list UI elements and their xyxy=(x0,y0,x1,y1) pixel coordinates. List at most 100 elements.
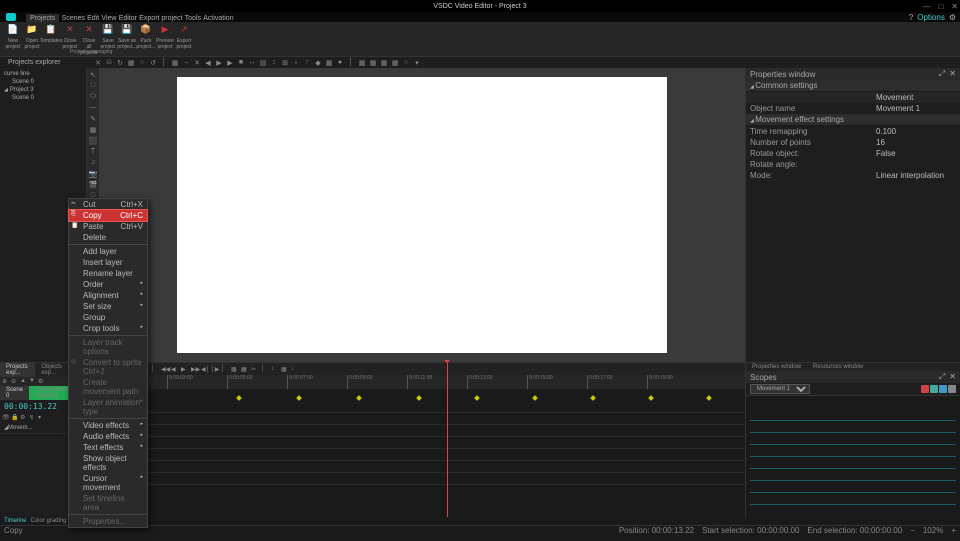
scene-tab[interactable]: Scene 0 xyxy=(0,386,29,400)
playback-btn-16[interactable]: ✂ xyxy=(251,366,258,373)
keyframe[interactable] xyxy=(474,395,480,401)
ctx-cut[interactable]: ✂CutCtrl+X xyxy=(69,199,147,210)
toolbar-icon-28[interactable]: ○ xyxy=(402,59,410,67)
toolbar-icon-16[interactable]: ↕ xyxy=(270,59,278,67)
toolbar-icon-21[interactable]: ▦ xyxy=(325,59,333,67)
tl-down-icon[interactable]: ▼ xyxy=(29,378,36,385)
property-row[interactable]: Mode:Linear interpolation xyxy=(746,170,960,181)
tl-left-tab[interactable]: Objects exp... xyxy=(35,363,70,377)
options-link[interactable]: Options xyxy=(917,13,945,22)
toolbar-icon-5[interactable]: ↺ xyxy=(149,59,157,67)
playback-btn-7[interactable]: ◀◀ xyxy=(161,366,168,373)
tl-add-icon[interactable]: ⊕ xyxy=(2,378,9,385)
keyframe[interactable] xyxy=(356,395,362,401)
tl-left-tab[interactable]: Projects exp... xyxy=(0,363,35,377)
toolbar-icon-23[interactable]: │ xyxy=(347,59,355,67)
menu-edit[interactable]: Edit xyxy=(87,15,99,22)
property-row[interactable]: Rotate angle: xyxy=(746,159,960,170)
templates-button[interactable]: 📋Templates xyxy=(42,23,60,56)
property-row[interactable]: Object nameMovement 1 xyxy=(746,103,960,114)
ctx-crop-tools[interactable]: Crop tools▸ xyxy=(69,323,147,334)
toolbar-icon-6[interactable]: │ xyxy=(160,59,168,67)
menu-activation[interactable]: Activation xyxy=(203,15,233,22)
toolbar-icon-7[interactable]: ▦ xyxy=(171,59,179,67)
ctx-order[interactable]: Order▸ xyxy=(69,279,147,290)
keyframe[interactable] xyxy=(236,395,242,401)
ctx-copy[interactable]: ⎘CopyCtrl+C xyxy=(69,210,147,221)
tl-eye-icon[interactable]: 👁 xyxy=(2,414,9,421)
timeline-tab[interactable]: Timeline xyxy=(4,518,26,524)
playback-btn-13[interactable]: │ xyxy=(221,366,228,373)
toolbar-icon-9[interactable]: ✕ xyxy=(193,59,201,67)
tool-7[interactable]: T xyxy=(89,147,98,156)
ctx-show-object-effects[interactable]: Show object effects xyxy=(69,453,147,473)
movement-settings-section[interactable]: ◢ Movement effect settings xyxy=(746,114,960,126)
panel-close-icon[interactable]: ✕ xyxy=(949,69,956,79)
playback-btn-18[interactable]: ↕ xyxy=(271,366,278,373)
tool-4[interactable]: ✎ xyxy=(89,114,98,123)
toolbar-icon-10[interactable]: ◀ xyxy=(204,59,212,67)
ctx-set-size[interactable]: Set size▸ xyxy=(69,301,147,312)
gear-icon[interactable]: ⚙ xyxy=(949,13,956,22)
tree-item[interactable]: curve line xyxy=(2,70,84,78)
help-icon[interactable]: ? xyxy=(909,13,913,22)
playhead[interactable] xyxy=(447,363,448,517)
preview-project-button[interactable]: ▶Preview project xyxy=(156,23,174,56)
tl-collapse-icon[interactable]: ▾ xyxy=(38,414,45,421)
playback-btn-14[interactable]: ▦ xyxy=(231,366,238,373)
save-as-project--button[interactable]: 💾Save as project... xyxy=(118,23,136,56)
menu-scenes[interactable]: Scenes xyxy=(62,15,85,22)
tool-2[interactable]: ⬭ xyxy=(89,92,98,101)
toolbar-icon-22[interactable]: ● xyxy=(336,59,344,67)
timeline-main[interactable]: ◀◀▦◀■▶▦│◀◀◀▶▶▶◀││▶│▦▦✂│↕▦↓ 0:00:01:000:0… xyxy=(87,363,745,517)
canvas-area[interactable] xyxy=(99,68,745,362)
toolbar-icon-19[interactable]: ↑ xyxy=(303,59,311,67)
pack-project--button[interactable]: 📦Pack project... xyxy=(137,23,155,56)
toolbar-icon-12[interactable]: ▶ xyxy=(226,59,234,67)
playback-btn-20[interactable]: ↓ xyxy=(291,366,298,373)
property-row[interactable]: Number of points16 xyxy=(746,137,960,148)
scope-btn-2[interactable] xyxy=(939,385,947,393)
ctx-insert-layer[interactable]: Insert layer xyxy=(69,257,147,268)
toolbar-icon-13[interactable]: ■ xyxy=(237,59,245,67)
maximize-button[interactable]: □ xyxy=(938,2,943,11)
tree-item[interactable]: Scene 0 xyxy=(2,94,84,102)
toolbar-icon-26[interactable]: ▦ xyxy=(380,59,388,67)
toolbar-icon-29[interactable]: ▾ xyxy=(413,59,421,67)
tool-9[interactable]: 📷 xyxy=(89,169,98,178)
tree-item[interactable]: Scene 0 xyxy=(2,78,84,86)
playback-btn-17[interactable]: │ xyxy=(261,366,268,373)
ctx-text-effects[interactable]: Text effects▸ xyxy=(69,442,147,453)
close-button[interactable]: ✕ xyxy=(951,2,958,11)
playback-btn-19[interactable]: ▦ xyxy=(281,366,288,373)
playback-btn-11[interactable]: ◀│ xyxy=(201,366,208,373)
ctx-paste[interactable]: 📋PasteCtrl+V xyxy=(69,221,147,232)
properties-window-tab[interactable]: Properties window xyxy=(746,363,807,371)
ctx-group[interactable]: Group xyxy=(69,312,147,323)
tool-6[interactable]: ⬛ xyxy=(89,136,98,145)
ctx-rename-layer[interactable]: Rename layer xyxy=(69,268,147,279)
tool-1[interactable]: □ xyxy=(89,81,98,90)
common-settings-section[interactable]: ◢ Common settings xyxy=(746,80,960,92)
canvas[interactable] xyxy=(177,77,667,353)
toolbar-icon-24[interactable]: ▦ xyxy=(358,59,366,67)
keyframe[interactable] xyxy=(296,395,302,401)
toolbar-icon-20[interactable]: ◆ xyxy=(314,59,322,67)
tool-5[interactable]: ▦ xyxy=(89,125,98,134)
playback-btn-9[interactable]: ▶ xyxy=(181,366,188,373)
scopes-pin-icon[interactable]: ⤢ xyxy=(939,372,945,382)
ctx-audio-effects[interactable]: Audio effects▸ xyxy=(69,431,147,442)
toolbar-icon-4[interactable]: ○ xyxy=(138,59,146,67)
tree-item[interactable]: ◢Project 3 xyxy=(2,86,84,94)
toolbar-icon-25[interactable]: ▦ xyxy=(369,59,377,67)
resources-window-tab[interactable]: Resources window xyxy=(807,363,869,371)
toolbar-icon-8[interactable]: → xyxy=(182,59,190,67)
ctx-add-layer[interactable]: Add layer xyxy=(69,246,147,257)
color-grading-tab[interactable]: Color grading xyxy=(30,518,66,524)
keyframe[interactable] xyxy=(532,395,538,401)
playback-btn-12[interactable]: │▶ xyxy=(211,366,218,373)
keyframe-row[interactable] xyxy=(87,395,745,401)
ctx-delete[interactable]: Delete xyxy=(69,232,147,243)
minimize-button[interactable]: — xyxy=(922,2,930,11)
toolbar-icon-18[interactable]: ↓ xyxy=(292,59,300,67)
